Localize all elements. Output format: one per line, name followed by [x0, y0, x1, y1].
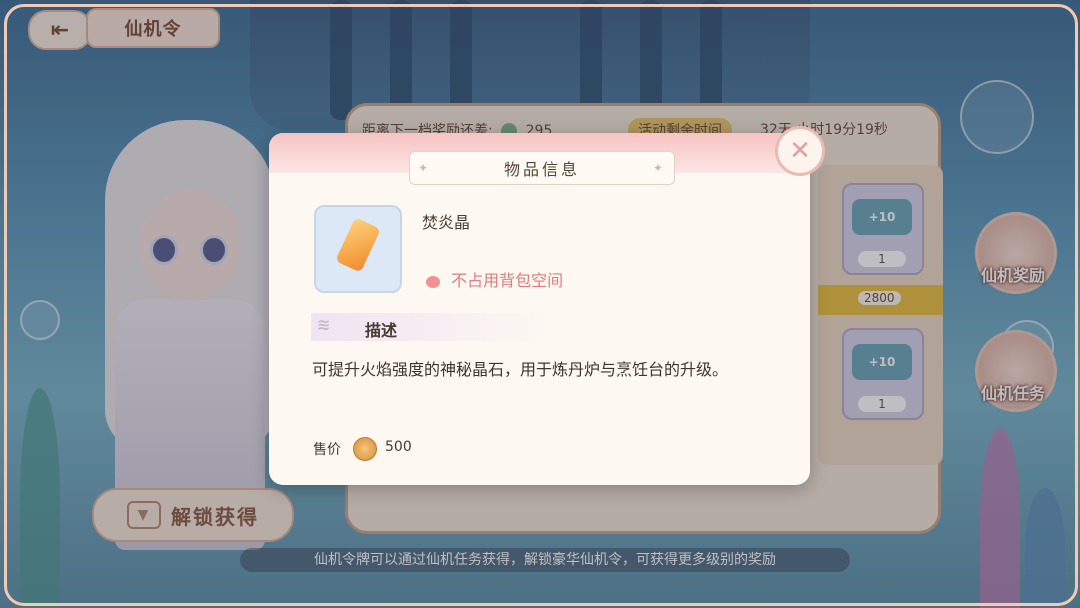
item-description: 可提升火焰强度的神秘晶石，用于炼丹炉与烹饪台的升级。 — [312, 360, 729, 379]
cloud-icon: ≋ — [317, 315, 331, 334]
item-info-dialog: ✦ 物品信息 ✦ 焚炎晶 不占用背包空间 ≋ 描述 可提升火焰强度的神秘晶石，用… — [269, 133, 810, 485]
game-scene: ⇤ 仙机令 距离下一档奖励还差: 295 活动剩余时间 32天 小时19分19秒… — [0, 0, 1080, 608]
price-value: 500 — [385, 439, 412, 455]
peach-icon — [426, 275, 440, 288]
flower-icon: ✦ — [418, 161, 432, 175]
description-heading: ≋ 描述 — [311, 313, 551, 341]
dialog-title-text: 物品信息 — [503, 160, 580, 179]
price-label: 售价 — [313, 442, 341, 458]
item-name: 焚炎晶 — [422, 213, 471, 232]
coin-icon — [353, 437, 377, 461]
bag-space-note: 不占用背包空间 — [426, 267, 563, 291]
close-icon: ✕ — [789, 136, 811, 166]
flower-icon: ✦ — [652, 161, 666, 175]
dialog-title: ✦ 物品信息 ✦ — [409, 151, 675, 185]
description-heading-text: 描述 — [365, 321, 398, 340]
crystal-icon — [314, 205, 402, 293]
close-button[interactable]: ✕ — [775, 126, 825, 176]
bag-space-text: 不占用背包空间 — [451, 271, 564, 290]
